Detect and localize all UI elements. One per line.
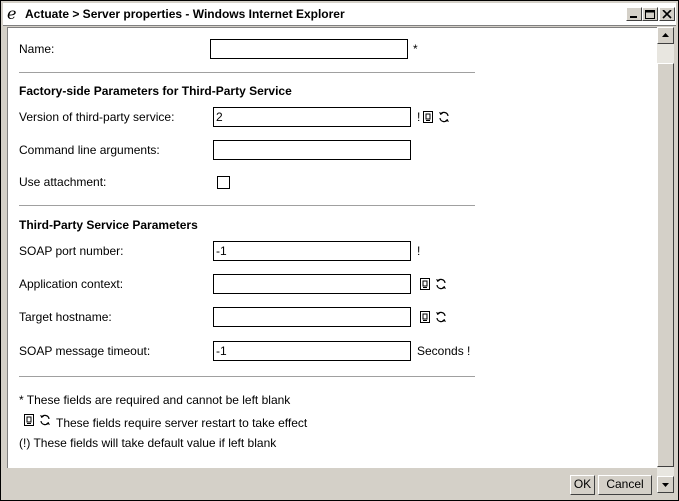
maximize-icon — [645, 10, 655, 19]
name-label: Name: — [19, 42, 55, 56]
scroll-thumb[interactable] — [657, 63, 674, 467]
close-icon — [662, 10, 672, 19]
server-restart-icon — [420, 311, 430, 323]
refresh-icon — [436, 311, 446, 323]
soap-port-label: SOAP port number: — [19, 244, 124, 258]
attachment-label: Use attachment: — [19, 175, 107, 189]
separator — [19, 72, 475, 73]
soap-port-input[interactable] — [213, 241, 411, 261]
server-restart-icon — [423, 111, 433, 123]
maximize-button[interactable] — [642, 7, 658, 21]
minimize-icon — [630, 16, 637, 18]
vertical-scrollbar[interactable] — [657, 27, 674, 493]
refresh-icon — [40, 414, 50, 426]
dialog-footer: OK Cancel — [7, 468, 656, 495]
page-content: Name: * Factory-side Parameters for Thir… — [7, 27, 657, 468]
app-context-label: Application context: — [19, 277, 124, 291]
minimize-button[interactable] — [626, 7, 642, 21]
scroll-up-button[interactable] — [657, 27, 674, 44]
app-context-input[interactable] — [213, 274, 411, 294]
browser-window: e Actuate > Server properties - Windows … — [0, 0, 679, 501]
version-label: Version of third-party service: — [19, 110, 175, 124]
required-note: * These fields are required and cannot b… — [19, 393, 291, 407]
section-title-service: Third-Party Service Parameters — [19, 218, 198, 232]
cmdline-label: Command line arguments: — [19, 143, 160, 157]
separator — [19, 205, 475, 206]
default-flag: ! — [417, 244, 421, 258]
ie-logo-icon: e — [7, 4, 17, 23]
version-input[interactable] — [213, 107, 411, 127]
refresh-icon — [436, 278, 446, 290]
default-note: (!) These fields will take default value… — [19, 436, 277, 450]
default-flag: ! — [417, 110, 421, 124]
ok-button[interactable]: OK — [570, 475, 595, 495]
timeout-unit: Seconds ! — [417, 344, 471, 358]
timeout-label: SOAP message timeout: — [19, 344, 151, 358]
restart-note: These fields require server restart to t… — [56, 416, 308, 430]
attachment-checkbox[interactable] — [217, 176, 230, 189]
window-title: Actuate > Server properties - Windows In… — [25, 7, 345, 21]
arrow-down-icon — [662, 483, 669, 487]
target-host-label: Target hostname: — [19, 310, 112, 324]
server-restart-icon — [24, 414, 34, 426]
close-button[interactable] — [659, 7, 675, 21]
section-title-factory: Factory-side Parameters for Third-Party … — [19, 84, 292, 98]
arrow-up-icon — [662, 33, 669, 37]
separator — [19, 376, 475, 377]
cancel-button[interactable]: Cancel — [598, 475, 652, 495]
name-input[interactable] — [210, 39, 408, 59]
timeout-input[interactable] — [213, 341, 411, 361]
scroll-down-button[interactable] — [657, 476, 674, 493]
required-mark: * — [413, 42, 418, 56]
target-host-input[interactable] — [213, 307, 411, 327]
server-restart-icon — [420, 278, 430, 290]
refresh-icon — [439, 111, 449, 123]
cmdline-input[interactable] — [213, 140, 411, 160]
title-bar: e Actuate > Server properties - Windows … — [3, 3, 676, 26]
